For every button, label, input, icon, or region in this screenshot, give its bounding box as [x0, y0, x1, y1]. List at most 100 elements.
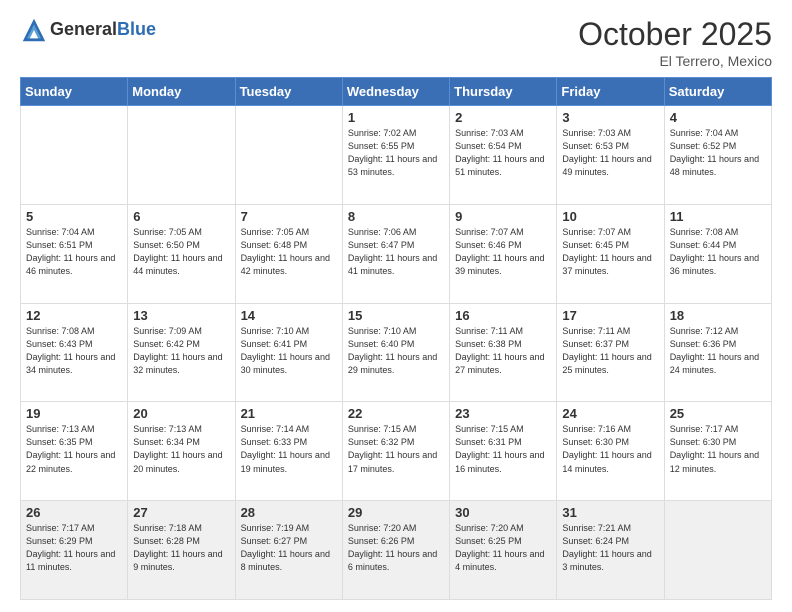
calendar-cell: 21 Sunrise: 7:14 AM Sunset: 6:33 PM Dayli… [235, 402, 342, 501]
calendar-cell: 2 Sunrise: 7:03 AM Sunset: 6:54 PM Daylig… [450, 106, 557, 205]
calendar-cell: 30 Sunrise: 7:20 AM Sunset: 6:25 PM Dayli… [450, 501, 557, 600]
day-number: 16 [455, 308, 551, 323]
day-info: Sunrise: 7:21 AM Sunset: 6:24 PM Dayligh… [562, 522, 658, 574]
day-info: Sunrise: 7:20 AM Sunset: 6:26 PM Dayligh… [348, 522, 444, 574]
day-number: 19 [26, 406, 122, 421]
day-number: 28 [241, 505, 337, 520]
day-info: Sunrise: 7:11 AM Sunset: 6:37 PM Dayligh… [562, 325, 658, 377]
calendar-cell: 6 Sunrise: 7:05 AM Sunset: 6:50 PM Daylig… [128, 204, 235, 303]
day-number: 11 [670, 209, 766, 224]
day-number: 22 [348, 406, 444, 421]
header: GeneralBlue October 2025 El Terrero, Mex… [20, 16, 772, 69]
calendar-table: SundayMondayTuesdayWednesdayThursdayFrid… [20, 77, 772, 600]
calendar-cell [128, 106, 235, 205]
logo-icon [20, 16, 48, 44]
day-info: Sunrise: 7:16 AM Sunset: 6:30 PM Dayligh… [562, 423, 658, 475]
day-info: Sunrise: 7:15 AM Sunset: 6:31 PM Dayligh… [455, 423, 551, 475]
calendar-cell: 11 Sunrise: 7:08 AM Sunset: 6:44 PM Dayli… [664, 204, 771, 303]
day-info: Sunrise: 7:06 AM Sunset: 6:47 PM Dayligh… [348, 226, 444, 278]
day-info: Sunrise: 7:19 AM Sunset: 6:27 PM Dayligh… [241, 522, 337, 574]
calendar-cell: 15 Sunrise: 7:10 AM Sunset: 6:40 PM Dayli… [342, 303, 449, 402]
day-info: Sunrise: 7:17 AM Sunset: 6:30 PM Dayligh… [670, 423, 766, 475]
day-number: 29 [348, 505, 444, 520]
month-title: October 2025 [578, 16, 772, 53]
day-number: 30 [455, 505, 551, 520]
day-info: Sunrise: 7:18 AM Sunset: 6:28 PM Dayligh… [133, 522, 229, 574]
calendar-cell: 23 Sunrise: 7:15 AM Sunset: 6:31 PM Dayli… [450, 402, 557, 501]
weekday-header-wednesday: Wednesday [342, 78, 449, 106]
calendar-cell [664, 501, 771, 600]
logo-text: GeneralBlue [50, 19, 156, 40]
day-info: Sunrise: 7:12 AM Sunset: 6:36 PM Dayligh… [670, 325, 766, 377]
calendar-cell: 1 Sunrise: 7:02 AM Sunset: 6:55 PM Daylig… [342, 106, 449, 205]
calendar-cell: 14Sunrise: 7:10 AM Sunset: 6:41 PM Dayli… [235, 303, 342, 402]
day-info: Sunrise: 7:15 AM Sunset: 6:32 PM Dayligh… [348, 423, 444, 475]
calendar-cell: 31 Sunrise: 7:21 AM Sunset: 6:24 PM Dayli… [557, 501, 664, 600]
day-number: 5 [26, 209, 122, 224]
weekday-header-tuesday: Tuesday [235, 78, 342, 106]
calendar-cell: 29 Sunrise: 7:20 AM Sunset: 6:26 PM Dayli… [342, 501, 449, 600]
calendar-cell: 28 Sunrise: 7:19 AM Sunset: 6:27 PM Dayli… [235, 501, 342, 600]
day-info: Sunrise: 7:17 AM Sunset: 6:29 PM Dayligh… [26, 522, 122, 574]
calendar-cell: 25 Sunrise: 7:17 AM Sunset: 6:30 PM Dayli… [664, 402, 771, 501]
weekday-row: SundayMondayTuesdayWednesdayThursdayFrid… [21, 78, 772, 106]
day-info: Sunrise: 7:11 AM Sunset: 6:38 PM Dayligh… [455, 325, 551, 377]
day-number: 18 [670, 308, 766, 323]
day-number: 15 [348, 308, 444, 323]
calendar-body: 1 Sunrise: 7:02 AM Sunset: 6:55 PM Daylig… [21, 106, 772, 600]
weekday-header-friday: Friday [557, 78, 664, 106]
day-number: 6 [133, 209, 229, 224]
calendar-cell: 17Sunrise: 7:11 AM Sunset: 6:37 PM Dayli… [557, 303, 664, 402]
day-info: Sunrise: 7:09 AM Sunset: 6:42 PM Dayligh… [133, 325, 229, 377]
day-info: Sunrise: 7:13 AM Sunset: 6:35 PM Dayligh… [26, 423, 122, 475]
day-info: Sunrise: 7:07 AM Sunset: 6:45 PM Dayligh… [562, 226, 658, 278]
calendar-cell: 8 Sunrise: 7:06 AM Sunset: 6:47 PM Daylig… [342, 204, 449, 303]
calendar-cell: 20Sunrise: 7:13 AM Sunset: 6:34 PM Dayli… [128, 402, 235, 501]
day-number: 1 [348, 110, 444, 125]
calendar-cell: 16 Sunrise: 7:11 AM Sunset: 6:38 PM Dayli… [450, 303, 557, 402]
calendar-cell: 5 Sunrise: 7:04 AM Sunset: 6:51 PM Daylig… [21, 204, 128, 303]
day-info: Sunrise: 7:04 AM Sunset: 6:51 PM Dayligh… [26, 226, 122, 278]
day-info: Sunrise: 7:08 AM Sunset: 6:43 PM Dayligh… [26, 325, 122, 377]
calendar-cell: 26 Sunrise: 7:17 AM Sunset: 6:29 PM Dayli… [21, 501, 128, 600]
day-info: Sunrise: 7:02 AM Sunset: 6:55 PM Dayligh… [348, 127, 444, 179]
title-block: October 2025 El Terrero, Mexico [578, 16, 772, 69]
calendar-cell: 18 Sunrise: 7:12 AM Sunset: 6:36 PM Dayli… [664, 303, 771, 402]
day-info: Sunrise: 7:07 AM Sunset: 6:46 PM Dayligh… [455, 226, 551, 278]
day-number: 2 [455, 110, 551, 125]
weekday-header-sunday: Sunday [21, 78, 128, 106]
page: GeneralBlue October 2025 El Terrero, Mex… [0, 0, 792, 612]
day-number: 23 [455, 406, 551, 421]
day-info: Sunrise: 7:03 AM Sunset: 6:54 PM Dayligh… [455, 127, 551, 179]
day-number: 13 [133, 308, 229, 323]
calendar-cell: 13 Sunrise: 7:09 AM Sunset: 6:42 PM Dayli… [128, 303, 235, 402]
day-number: 27 [133, 505, 229, 520]
day-info: Sunrise: 7:03 AM Sunset: 6:53 PM Dayligh… [562, 127, 658, 179]
day-info: Sunrise: 7:05 AM Sunset: 6:50 PM Dayligh… [133, 226, 229, 278]
day-info: Sunrise: 7:04 AM Sunset: 6:52 PM Dayligh… [670, 127, 766, 179]
logo: GeneralBlue [20, 16, 156, 44]
day-number: 25 [670, 406, 766, 421]
calendar-week-2: 5 Sunrise: 7:04 AM Sunset: 6:51 PM Daylig… [21, 204, 772, 303]
calendar-header: SundayMondayTuesdayWednesdayThursdayFrid… [21, 78, 772, 106]
day-info: Sunrise: 7:05 AM Sunset: 6:48 PM Dayligh… [241, 226, 337, 278]
day-number: 12 [26, 308, 122, 323]
day-number: 9 [455, 209, 551, 224]
day-number: 31 [562, 505, 658, 520]
calendar-week-4: 19 Sunrise: 7:13 AM Sunset: 6:35 PM Dayli… [21, 402, 772, 501]
calendar-cell: 7Sunrise: 7:05 AM Sunset: 6:48 PM Daylig… [235, 204, 342, 303]
calendar-cell: 10Sunrise: 7:07 AM Sunset: 6:45 PM Dayli… [557, 204, 664, 303]
day-number: 26 [26, 505, 122, 520]
calendar-week-1: 1 Sunrise: 7:02 AM Sunset: 6:55 PM Daylig… [21, 106, 772, 205]
day-number: 8 [348, 209, 444, 224]
day-info: Sunrise: 7:10 AM Sunset: 6:40 PM Dayligh… [348, 325, 444, 377]
calendar-cell: 9 Sunrise: 7:07 AM Sunset: 6:46 PM Daylig… [450, 204, 557, 303]
day-info: Sunrise: 7:20 AM Sunset: 6:25 PM Dayligh… [455, 522, 551, 574]
day-info: Sunrise: 7:14 AM Sunset: 6:33 PM Dayligh… [241, 423, 337, 475]
day-number: 21 [241, 406, 337, 421]
day-info: Sunrise: 7:08 AM Sunset: 6:44 PM Dayligh… [670, 226, 766, 278]
calendar-cell: 27 Sunrise: 7:18 AM Sunset: 6:28 PM Dayli… [128, 501, 235, 600]
calendar-cell: 24Sunrise: 7:16 AM Sunset: 6:30 PM Dayli… [557, 402, 664, 501]
logo-general-text: GeneralBlue [50, 19, 156, 40]
location-subtitle: El Terrero, Mexico [578, 53, 772, 69]
